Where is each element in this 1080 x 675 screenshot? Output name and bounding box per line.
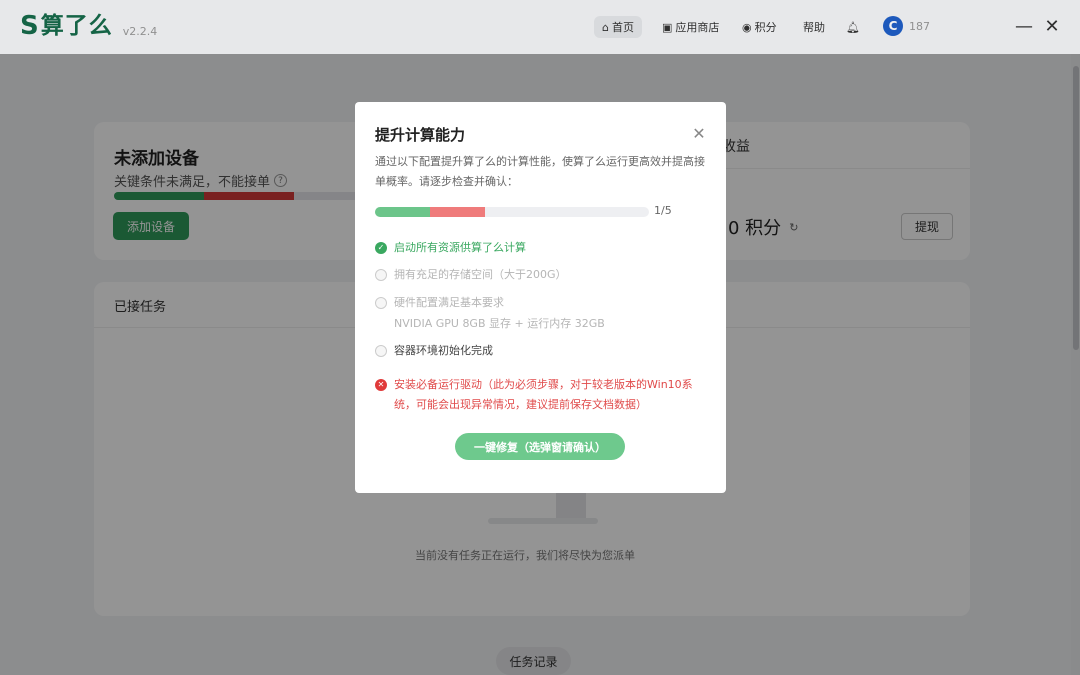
boost-dialog: 提升计算能力 ✕ 通过以下配置提升算了么的计算性能，使算了么运行更高效并提高接单…: [355, 102, 726, 493]
dialog-progress-bar: [375, 207, 649, 217]
step-label: 启动所有资源供算了么计算: [394, 241, 526, 254]
step-resources[interactable]: ✓ 启动所有资源供算了么计算: [375, 238, 526, 258]
error-circle-icon: ✕: [375, 379, 387, 391]
dialog-progress-text: 1/5: [654, 204, 672, 217]
step-label: 硬件配置满足基本要求: [394, 296, 504, 309]
step-container[interactable]: 容器环境初始化完成: [375, 341, 493, 361]
one-click-fix-button[interactable]: 一键修复（选弹窗请确认）: [455, 433, 625, 460]
step-sublabel: NVIDIA GPU 8GB 显存 + 运行内存 32GB: [394, 317, 605, 330]
step-label: 安装必备运行驱动（此为必须步骤，对于较老版本的Win10系统，可能会出现异常情况…: [394, 378, 693, 411]
step-driver[interactable]: ✕ 安装必备运行驱动（此为必须步骤，对于较老版本的Win10系统，可能会出现异常…: [375, 375, 711, 415]
radio-empty-icon: [375, 269, 387, 281]
dialog-title: 提升计算能力: [375, 126, 466, 144]
radio-empty-icon: [375, 345, 387, 357]
check-circle-icon: ✓: [375, 242, 387, 254]
step-label: 容器环境初始化完成: [394, 344, 493, 357]
step-hardware[interactable]: 硬件配置满足基本要求 NVIDIA GPU 8GB 显存 + 运行内存 32GB: [375, 293, 605, 334]
dialog-description: 通过以下配置提升算了么的计算性能，使算了么运行更高效并提高接单概率。请逐步检查并…: [375, 155, 705, 188]
titlebar-overlay: [0, 0, 1080, 54]
radio-empty-icon: [375, 297, 387, 309]
close-icon: ✕: [692, 123, 706, 143]
step-storage[interactable]: 拥有充足的存储空间（大于200G）: [375, 265, 567, 285]
dialog-close-button[interactable]: ✕: [691, 123, 707, 143]
step-label: 拥有充足的存储空间（大于200G）: [394, 268, 567, 281]
